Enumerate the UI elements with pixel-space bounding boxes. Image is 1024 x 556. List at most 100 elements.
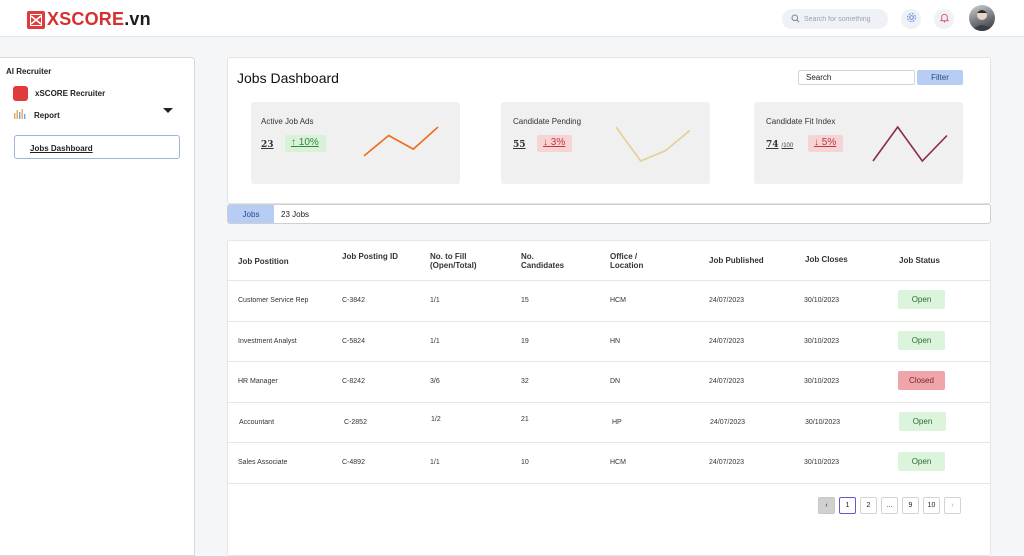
brand-name-main: XSCORE <box>47 9 125 29</box>
kpi-value-number: 55 <box>513 140 526 150</box>
cell-no-candidates: 19 <box>521 338 529 345</box>
table-row[interactable]: HR Manager C-8242 3/6 32 DN 24/07/2023 3… <box>228 361 990 402</box>
kpi-panel: Jobs Dashboard Search Filter Active Job … <box>227 57 991 204</box>
cell-office: DN <box>610 378 621 385</box>
table-row[interactable]: Customer Service Rep C-3842 1/1 15 HCM 2… <box>228 280 990 321</box>
kpi-value-number: 74 <box>766 140 779 150</box>
status-badge: Open <box>899 412 946 431</box>
cell-no-to-fill: 1/1 <box>430 459 440 466</box>
cell-office: HCM <box>610 459 626 466</box>
table-row[interactable]: Sales Associate C-4892 1/1 10 HCM 24/07/… <box>228 442 990 483</box>
cell-no-candidates: 21 <box>521 416 529 423</box>
kpi-delta: ↓ 3% <box>537 135 573 152</box>
kpi-unit: /100 <box>781 143 794 149</box>
cell-office: HP <box>612 419 622 426</box>
global-search[interactable] <box>782 9 888 29</box>
cell-job-published: 24/07/2023 <box>709 378 745 385</box>
column-header-job-position[interactable]: Job Postition <box>238 257 289 266</box>
kpi-delta-value: 10% <box>298 137 319 148</box>
cell-office: HN <box>610 338 621 345</box>
global-search-input[interactable] <box>804 15 882 23</box>
cell-job-posting-id: C-4892 <box>342 459 365 466</box>
arrow-up-icon: ↑ <box>291 137 296 148</box>
cell-job-closes: 30/10/2023 <box>804 338 840 345</box>
settings-button[interactable] <box>901 9 921 29</box>
pagination-page-1[interactable]: 1 <box>839 497 856 514</box>
gear-icon <box>906 10 917 28</box>
table-row[interactable]: Accountant C-2852 1/2 21 HP 24/07/2023 3… <box>228 402 990 443</box>
sidebar: AI Recruiter xSCORE Recruiter Report Job… <box>0 57 195 556</box>
sidebar-item-label: Report <box>34 110 60 120</box>
kpi-sparkline <box>363 126 439 157</box>
kpi-label: Candidate Pending <box>513 117 582 126</box>
pagination-next-button[interactable]: › <box>944 497 961 514</box>
kpi-card-active-job-ads[interactable]: Active Job Ads 23 ↑ 10% <box>251 102 460 184</box>
filter-button[interactable]: Filter <box>917 70 963 85</box>
pagination-ellipsis: ... <box>881 497 898 514</box>
main-content: Jobs Dashboard Search Filter Active Job … <box>227 57 991 556</box>
cell-job-published: 24/07/2023 <box>710 419 746 426</box>
column-header-no-to-fill[interactable]: No. to Fill (Open/Total) <box>430 252 492 270</box>
pagination: ‹ 1 2 ... 9 10 › <box>818 497 965 514</box>
cell-job-posting-id: C-8242 <box>342 378 365 385</box>
column-header-job-closes[interactable]: Job Closes <box>805 255 848 264</box>
pagination-page-2[interactable]: 2 <box>860 497 877 514</box>
column-header-office-location[interactable]: Office / Location <box>610 252 660 270</box>
kpi-value: 23 <box>261 140 274 150</box>
dashboard-search-input[interactable]: Search <box>798 70 915 85</box>
arrow-down-icon: ↓ <box>543 137 548 148</box>
cell-no-candidates: 32 <box>521 378 529 385</box>
pagination-prev-button[interactable]: ‹ <box>818 497 835 514</box>
cell-job-closes: 30/10/2023 <box>804 297 840 304</box>
kpi-delta: ↑ 10% <box>285 135 326 152</box>
kpi-card-candidate-pending[interactable]: Candidate Pending 55 ↓ 3% <box>501 102 710 184</box>
kpi-value: 55 <box>513 140 526 150</box>
jobs-count: 23 Jobs <box>281 210 310 219</box>
sidebar-item-jobs-dashboard[interactable]: Jobs Dashboard <box>14 135 180 159</box>
cell-job-closes: 30/10/2023 <box>805 419 841 426</box>
pagination-page-9[interactable]: 9 <box>902 497 919 514</box>
kpi-delta-value: 5% <box>821 137 837 148</box>
kpi-delta-value: 3% <box>550 137 566 148</box>
table-row[interactable]: Investment Analyst C-5824 1/1 19 HN 24/0… <box>228 321 990 362</box>
brand-name: XSCORE.vn <box>47 9 151 30</box>
cell-job-closes: 30/10/2023 <box>804 378 840 385</box>
kpi-value: 74/100 <box>766 140 793 150</box>
kpi-sparkline <box>615 126 691 162</box>
xscore-logo-icon <box>27 10 45 29</box>
cell-no-candidates: 15 <box>521 297 529 304</box>
tab-jobs[interactable]: Jobs <box>228 205 274 223</box>
cell-job-published: 24/07/2023 <box>709 338 745 345</box>
chevron-down-icon[interactable] <box>163 108 173 113</box>
column-header-job-published[interactable]: Job Published <box>709 256 764 265</box>
cell-no-to-fill: 1/1 <box>430 297 440 304</box>
page-title: Jobs Dashboard <box>237 70 339 86</box>
table-bottom-divider <box>228 483 990 484</box>
jobs-tab-bar: Jobs 23 Jobs <box>227 204 991 224</box>
cell-no-candidates: 10 <box>521 459 529 466</box>
cell-job-published: 24/07/2023 <box>709 297 745 304</box>
notifications-button[interactable] <box>934 9 954 29</box>
kpi-value-number: 23 <box>261 140 274 150</box>
cell-job-position: Investment Analyst <box>238 338 297 345</box>
search-icon <box>791 10 800 28</box>
sidebar-item-xscore-recruiter[interactable]: xSCORE Recruiter <box>13 86 105 101</box>
kpi-label: Candidate Fit Index <box>766 117 836 126</box>
user-avatar[interactable] <box>969 5 995 31</box>
column-header-job-posting-id[interactable]: Job Posting ID <box>342 252 402 261</box>
sparkline-series <box>615 126 691 162</box>
cell-job-position: Customer Service Rep <box>238 297 309 304</box>
cell-office: HCM <box>610 297 626 304</box>
cell-no-to-fill: 1/1 <box>430 338 440 345</box>
cell-job-posting-id: C-2852 <box>344 419 367 426</box>
pagination-page-10[interactable]: 10 <box>923 497 940 514</box>
column-header-job-status[interactable]: Job Status <box>899 256 940 265</box>
cell-no-to-fill: 3/6 <box>430 378 440 385</box>
sidebar-item-report[interactable]: Report <box>13 109 60 121</box>
status-badge: Open <box>898 331 945 350</box>
brand-logo[interactable]: XSCORE.vn <box>27 9 151 30</box>
kpi-label: Active Job Ads <box>261 117 314 126</box>
column-header-no-candidates[interactable]: No. Candidates <box>521 252 571 270</box>
kpi-card-candidate-fit-index[interactable]: Candidate Fit Index 74/100 ↓ 5% <box>754 102 963 184</box>
status-badge: Open <box>898 452 945 471</box>
